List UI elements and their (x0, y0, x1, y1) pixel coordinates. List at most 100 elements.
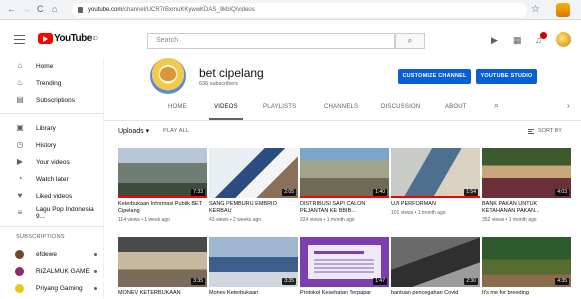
apps-grid-icon[interactable]: ▦ (513, 35, 522, 46)
video-card[interactable]: 3:35 MONEV KETERBUKAAN (118, 237, 207, 297)
video-card[interactable]: 2:30 bantuan pencegahan Covid (391, 237, 480, 297)
tabs-divider (104, 120, 581, 121)
search-icon: ⌕ (407, 36, 413, 45)
channel-avatar-large[interactable] (150, 58, 186, 94)
video-duration: 7:33 (191, 189, 205, 196)
video-thumbnail[interactable]: 3:35 (209, 237, 298, 287)
sidebar-item-liked-videos[interactable]: ♥ Liked videos (0, 188, 104, 204)
video-card[interactable]: 1:40 DISTRIBUSI SAPI CALON PEJANTAN KE B… (300, 148, 389, 223)
chevron-right-icon[interactable]: › (567, 101, 570, 110)
video-card[interactable]: 4:03 BANK PAKAN UNTUK KETAHANAN PAKAN...… (482, 148, 571, 223)
sidebar-item-label: Trending (36, 79, 62, 87)
sidebar-item-your-videos[interactable]: ▶ Your videos (0, 154, 104, 170)
video-title[interactable]: Protokol Kesehatan Terpapar (300, 290, 389, 297)
video-thumbnail[interactable]: 1:47 (300, 237, 389, 287)
back-icon[interactable]: ← (7, 3, 16, 16)
thumbs-up-icon: ♥ (17, 191, 23, 200)
sidebar-item-trending[interactable]: ♨ Trending (0, 75, 104, 91)
lock-icon (78, 7, 83, 13)
video-card[interactable]: 3:35 Monev Keterbukaan (209, 237, 298, 297)
url-path: /channel/UCR7rBxmuKKywwKDAS_9kbIQ/videos (122, 7, 255, 13)
video-thumbnail[interactable]: 4:35 (482, 237, 571, 287)
subscription-item[interactable]: Priyang Gaming (0, 280, 104, 296)
video-duration: 1:54 (464, 189, 478, 196)
watch-later-icon: ◔ (17, 174, 23, 183)
channel-search-icon[interactable]: ⌕ (494, 100, 499, 111)
subscriber-count: 636 subscribers (199, 81, 238, 87)
account-avatar[interactable] (556, 32, 571, 47)
tab-discussion[interactable]: DISCUSSION (381, 98, 420, 120)
video-thumbnail[interactable]: 3:35 (118, 237, 207, 287)
video-thumbnail[interactable]: 2:30 (391, 237, 480, 287)
extension-icon[interactable] (556, 3, 570, 17)
channel-avatar (15, 283, 24, 293)
channel-tabs: HOME VIDEOS PLAYLISTS CHANNELS DISCUSSIO… (104, 98, 581, 120)
play-all-button[interactable]: PLAY ALL (163, 128, 189, 134)
video-thumbnail[interactable]: 7:33 (118, 148, 207, 198)
sidebar-scrollbar[interactable] (103, 58, 104, 299)
video-card[interactable]: 1:54 UJI PERFORMAN 101 views • 1 month a… (391, 148, 480, 216)
sidebar-item-playlist[interactable]: ≡ Lagu Pop Indonesia 9... (0, 205, 104, 221)
video-title[interactable]: SANG PEMBURU EMBRIO KERBAU (209, 201, 298, 215)
tab-channels[interactable]: CHANNELS (324, 98, 358, 120)
video-title[interactable]: bantuan pencegahan Covid (391, 290, 480, 297)
video-title[interactable]: MONEV KETERBUKAAN (118, 290, 207, 297)
sort-icon[interactable] (528, 129, 534, 134)
search-input[interactable]: Search (147, 33, 395, 49)
channel-avatar (15, 249, 24, 259)
search-button[interactable]: ⌕ (395, 33, 425, 49)
sidebar-item-home[interactable]: ⌂ Home (0, 58, 104, 74)
video-title[interactable]: Monev Keterbukaan (209, 290, 298, 297)
video-thumbnail[interactable]: 4:03 (482, 148, 571, 198)
channel-avatar (15, 266, 24, 276)
address-bar[interactable]: youtube.com/channel/UCR7rBxmuKKywwKDAS_9… (72, 3, 527, 17)
sidebar-item-label: Liked videos (36, 192, 73, 200)
sidebar-item-library[interactable]: ▣ Library (0, 120, 104, 136)
tab-home[interactable]: HOME (168, 98, 187, 120)
history-icon: ◷ (16, 140, 24, 149)
sort-by-button[interactable]: SORT BY (538, 128, 562, 134)
sidebar-item-watch-later[interactable]: ◔ Watch later (0, 171, 104, 187)
bookmark-star-icon[interactable]: ☆ (531, 3, 540, 16)
video-meta: 43 views • 2 weeks ago (209, 217, 262, 223)
video-thumbnail[interactable]: 2:05 (209, 148, 298, 198)
sidebar-item-history[interactable]: ◷ History (0, 137, 104, 153)
video-duration: 4:35 (555, 278, 569, 285)
notification-badge (540, 32, 547, 39)
uploads-dropdown[interactable]: Uploads ▾ (118, 127, 149, 135)
video-thumbnail[interactable]: 1:40 (300, 148, 389, 198)
menu-icon[interactable] (14, 35, 25, 44)
sidebar-item-label: History (36, 141, 57, 149)
home-icon[interactable]: ⌂ (52, 3, 57, 16)
video-card[interactable]: 2:05 SANG PEMBURU EMBRIO KERBAU 43 views… (209, 148, 298, 223)
video-title[interactable]: Keterbukaan Informasi Publik BET Cipelan… (118, 201, 207, 215)
forward-icon[interactable]: → (22, 3, 31, 16)
youtube-logo[interactable]: YouTube ID (38, 33, 98, 44)
video-title[interactable]: BANK PAKAN UNTUK KETAHANAN PAKAN... (482, 201, 571, 215)
video-card[interactable]: 1:47 Protokol Kesehatan Terpapar (300, 237, 389, 297)
video-thumbnail[interactable]: 1:54 (391, 148, 480, 198)
video-duration: 1:40 (373, 189, 387, 196)
video-card[interactable]: 4:35 It's me for breeding (482, 237, 571, 297)
slide-graphic (308, 245, 381, 279)
tab-about[interactable]: ABOUT (445, 98, 467, 120)
sidebar-item-label: Library (36, 124, 56, 132)
video-title[interactable]: It's me for breeding (482, 290, 571, 297)
customize-channel-button[interactable]: CUSTOMIZE CHANNEL (398, 69, 471, 84)
video-title[interactable]: UJI PERFORMAN (391, 201, 480, 208)
subscription-item[interactable]: efdewe (0, 246, 104, 262)
tab-playlists[interactable]: PLAYLISTS (263, 98, 296, 120)
reload-icon[interactable]: C (37, 3, 44, 16)
new-content-dot (94, 269, 97, 273)
sidebar-item-label: Lagu Pop Indonesia 9... (35, 206, 94, 220)
create-video-icon[interactable]: ▶ (491, 35, 498, 46)
youtube-studio-button[interactable]: YOUTUBE STUDIO (476, 69, 537, 84)
tab-videos[interactable]: VIDEOS (209, 98, 243, 120)
youtube-play-icon (38, 33, 53, 44)
flame-icon: ♨ (16, 78, 24, 87)
video-duration: 3:35 (191, 278, 205, 285)
video-title[interactable]: DISTRIBUSI SAPI CALON PEJANTAN KE BBIB..… (300, 201, 389, 215)
sidebar-item-subscriptions[interactable]: ▤ Subscriptions (0, 92, 104, 108)
subscription-item[interactable]: RIZALMUK GAME (0, 263, 104, 279)
video-card[interactable]: 7:33 Keterbukaan Informasi Publik BET Ci… (118, 148, 207, 223)
